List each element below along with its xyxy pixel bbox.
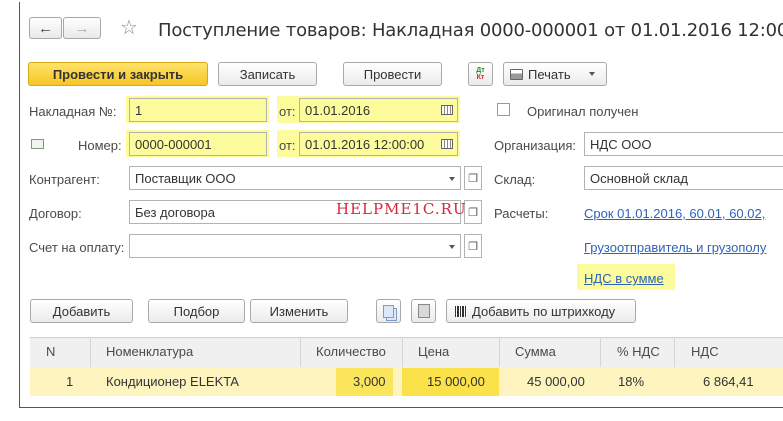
row-vat-rate[interactable]: 18% [618, 374, 644, 389]
calendar-icon[interactable] [441, 139, 453, 149]
row-vat[interactable]: 6 864,41 [703, 374, 754, 389]
open-icon: ❐ [468, 240, 478, 253]
settlements-label: Расчеты: [494, 206, 549, 221]
invoice-no-field[interactable]: 1 [129, 98, 267, 122]
number-field[interactable]: 0000-000001 [129, 132, 267, 156]
dt-kt-icon: Дт Кт [476, 67, 485, 81]
warehouse-label: Склад: [494, 172, 536, 187]
calendar-icon[interactable] [441, 105, 453, 115]
edit-row-button[interactable]: Изменить [250, 299, 348, 323]
invoice-pay-label: Счет на оплату: [29, 240, 125, 255]
invoice-no-label: Накладная №: [29, 104, 117, 119]
settlements-link[interactable]: Срок 01.01.2016, 60.01, 60.02, [584, 206, 765, 221]
chevron-down-icon[interactable] [449, 177, 455, 181]
column-header-sum[interactable]: Сумма [515, 344, 556, 359]
column-divider [499, 337, 500, 367]
number-label: Номер: [78, 138, 122, 153]
number-date-field[interactable]: 01.01.2016 12:00:00 [299, 132, 458, 156]
copy-icon [383, 304, 394, 318]
save-button[interactable]: Записать [218, 62, 317, 86]
arrow-left-icon: ← [38, 19, 53, 37]
shipper-link[interactable]: Грузоотправитель и грузополу [584, 240, 766, 255]
forward-button[interactable]: → [63, 17, 101, 39]
open-counterparty-button[interactable]: ❐ [464, 166, 482, 190]
organization-field[interactable]: НДС ООО [584, 132, 783, 156]
printer-icon [510, 68, 523, 80]
warehouse-field[interactable]: Основной склад [584, 166, 783, 190]
copy-button[interactable] [376, 299, 401, 323]
row-sum[interactable]: 45 000,00 [527, 374, 585, 389]
chevron-down-icon [588, 72, 595, 76]
add-by-barcode-button[interactable]: Добавить по штрихкоду [446, 299, 636, 323]
original-received-checkbox[interactable] [497, 103, 510, 116]
column-divider [402, 337, 403, 367]
contract-label: Договор: [29, 206, 82, 221]
column-header-quantity[interactable]: Количество [316, 344, 386, 359]
from-label-2: от: [279, 138, 296, 153]
row-number: 1 [66, 374, 74, 389]
column-divider [90, 337, 91, 367]
back-button[interactable]: ← [29, 17, 62, 39]
open-icon: ❐ [468, 172, 478, 185]
row-item[interactable]: Кондиционер ELEKTA [106, 374, 239, 389]
open-contract-button[interactable]: ❐ [464, 200, 482, 224]
counterparty-label: Контрагент: [29, 172, 100, 187]
add-row-button[interactable]: Добавить [30, 299, 133, 323]
add-by-barcode-label: Добавить по штрихкоду [472, 303, 616, 319]
barcode-icon [455, 305, 467, 317]
paste-icon [417, 304, 430, 318]
print-label: Печать [528, 66, 571, 82]
chevron-down-icon[interactable] [449, 245, 455, 249]
column-divider [674, 337, 675, 367]
paste-button[interactable] [411, 299, 436, 323]
open-invoice-pay-button[interactable]: ❐ [464, 234, 482, 258]
print-button[interactable]: Печать [503, 62, 607, 86]
counterparty-field[interactable]: Поставщик ООО [129, 166, 461, 190]
post-button[interactable]: Провести [343, 62, 442, 86]
organization-label: Организация: [494, 138, 577, 153]
dt-kt-button[interactable]: Дт Кт [468, 62, 493, 86]
column-header-n[interactable]: N [46, 344, 55, 359]
pick-button[interactable]: Подбор [148, 299, 245, 323]
invoice-date-field[interactable]: 01.01.2016 [299, 98, 458, 122]
invoice-pay-field[interactable] [129, 234, 461, 258]
edit-number-icon[interactable] [31, 139, 44, 149]
row-quantity[interactable]: 3,000 [353, 374, 386, 389]
column-header-price[interactable]: Цена [418, 344, 449, 359]
column-divider [600, 337, 601, 367]
from-label-1: от: [279, 104, 296, 119]
row-price[interactable]: 15 000,00 [427, 374, 485, 389]
vat-in-sum-link[interactable]: НДС в сумме [584, 271, 664, 286]
column-divider [300, 337, 301, 367]
post-and-close-button[interactable]: Провести и закрыть [28, 62, 208, 86]
column-header-vat-rate[interactable]: % НДС [617, 344, 660, 359]
column-header-vat[interactable]: НДС [691, 344, 719, 359]
star-icon[interactable]: ☆ [120, 15, 138, 40]
column-header-item[interactable]: Номенклатура [106, 344, 193, 359]
arrow-right-icon: → [74, 19, 90, 37]
watermark: HELPME1C.RU [336, 200, 467, 218]
original-received-label: Оригинал получен [527, 104, 639, 119]
page-title: Поступление товаров: Накладная 0000-0000… [158, 20, 783, 41]
open-icon: ❐ [468, 206, 478, 219]
